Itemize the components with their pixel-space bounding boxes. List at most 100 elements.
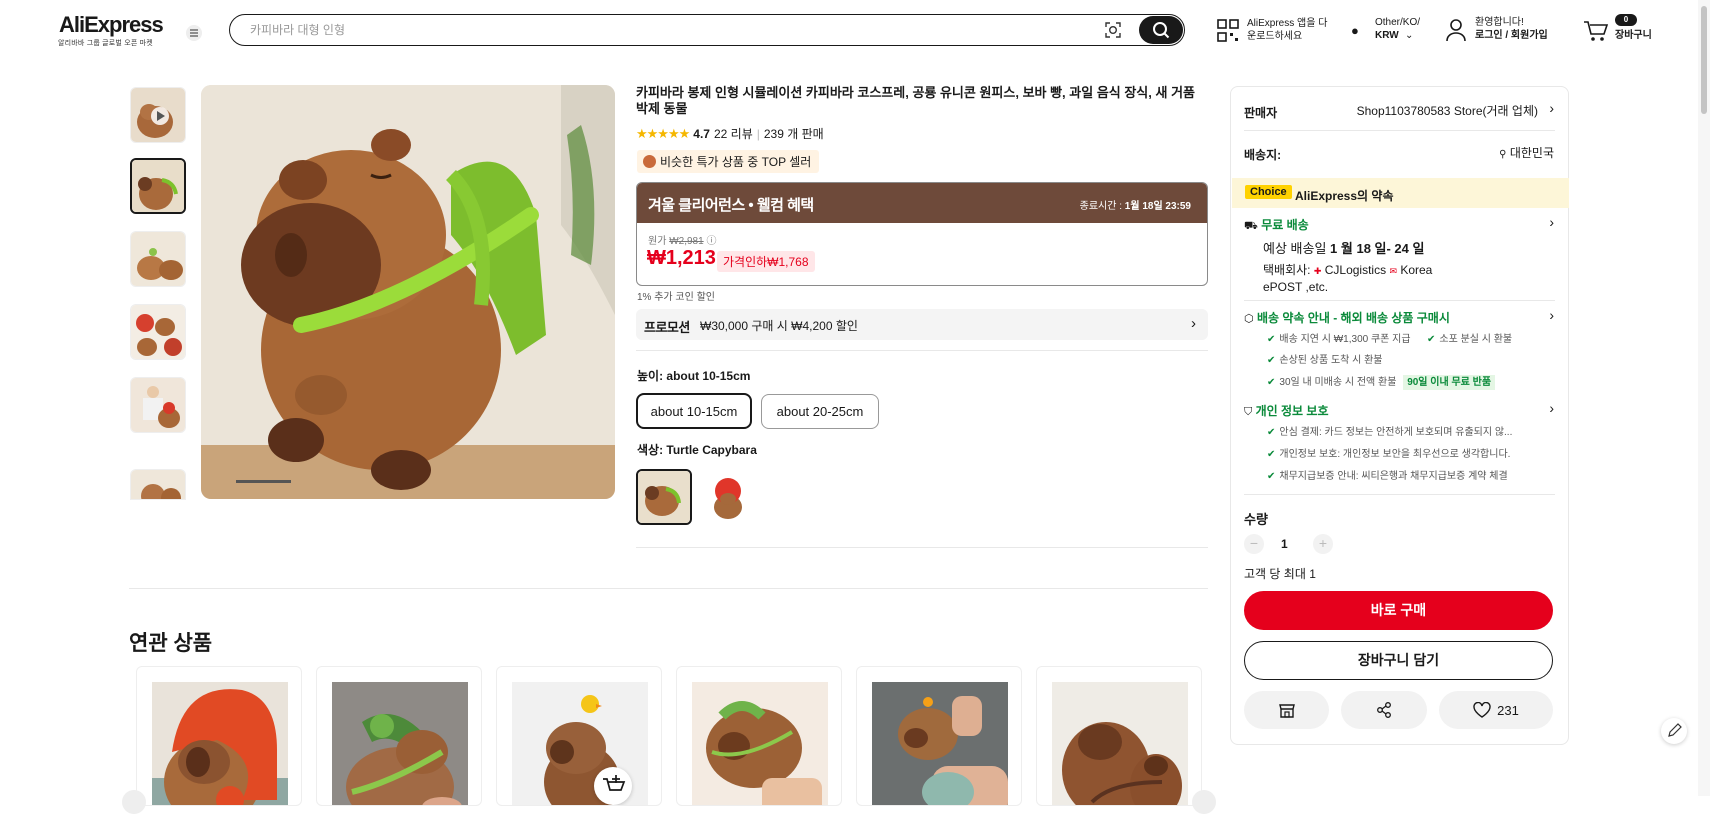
carousel-prev-button[interactable] (122, 790, 146, 814)
divider (1244, 300, 1555, 301)
free-shipping-row[interactable]: ⛟ 무료 배송 (1244, 216, 1309, 234)
quantity-limit: 고객 당 최대 1 (1244, 567, 1316, 581)
orig-price-value: ₩2,981 (669, 236, 704, 247)
search-input[interactable] (250, 20, 1050, 40)
free-shipping-label: 무료 배송 (1261, 218, 1309, 232)
related-product-card[interactable] (496, 666, 662, 806)
carrier-row: 택배회사: ✚ CJLogistics ✉ Korea (1263, 261, 1432, 278)
user-icon (1446, 19, 1466, 42)
promo-banner: 겨울 클리어런스 • 웰컴 혜택 종료시간 : 1월 18일 23:59 (637, 183, 1207, 223)
carrier-label: 택배회사: (1263, 263, 1311, 277)
add-to-cart-quick-button[interactable] (594, 767, 632, 805)
menu-icon[interactable] (186, 25, 202, 41)
free-return-badge: 90일 이내 무료 반품 (1403, 375, 1496, 390)
related-product-card[interactable] (676, 666, 842, 806)
feedback-button[interactable] (1661, 718, 1687, 744)
promise-item: ✔ 손상된 상품 도착 시 환불 (1267, 355, 1383, 366)
main-product-image[interactable] (201, 85, 615, 499)
carousel-next-button[interactable] (1192, 790, 1216, 814)
sold-count: 239 개 판매 (763, 127, 824, 141)
gallery-thumb-4[interactable] (130, 377, 186, 433)
cart-icon (1584, 21, 1609, 41)
gallery-thumb-3[interactable] (130, 304, 186, 360)
rating-stars-icon: ★★★★★ (636, 125, 690, 141)
gallery-thumb-2[interactable] (130, 231, 186, 287)
quantity-decrease-button[interactable]: − (1244, 534, 1264, 554)
login-signup-link[interactable]: 로그인 / 회원가입 (1475, 29, 1548, 42)
carrier-korea: Korea (1400, 263, 1433, 277)
eta-dates: 1 월 18 일- 24 일 (1330, 241, 1425, 256)
buy-now-button[interactable]: 바로 구매 (1244, 591, 1553, 630)
welcome-text: 환영합니다! (1475, 17, 1524, 28)
quantity-label: 수량 (1244, 512, 1268, 527)
divider (1244, 494, 1555, 495)
app-download-line2: 운로드하세요 (1247, 31, 1303, 42)
height-option-10-15[interactable]: about 10-15cm (636, 393, 752, 429)
sale-price: ₩1,213 (647, 247, 716, 269)
chevron-right-icon: › (1549, 400, 1554, 416)
promotion-row[interactable]: 프로모션 ₩30,000 구매 시 ₩4,200 할인 › (636, 309, 1208, 340)
korea-flag-icon: ● (1351, 23, 1359, 38)
shield-check-icon: ⛉ (1244, 406, 1253, 418)
end-time: 1월 18일 23:59 (1124, 201, 1191, 212)
privacy-item: ✔ 개인정보 보호: 개인정보 보안을 최우선으로 생각합니다. (1267, 449, 1511, 460)
cart-count-badge: 0 (1615, 14, 1637, 26)
store-button[interactable] (1244, 691, 1329, 729)
cj-logo-icon: ✚ (1313, 266, 1322, 276)
promise-item: ✔ 배송 지연 시 ₩1,300 쿠폰 지급 (1267, 334, 1411, 345)
gallery-thumb-5[interactable] (130, 469, 186, 500)
color-option-strawberry[interactable] (702, 471, 754, 523)
promo-title: 겨울 클리어런스 • 웰컴 혜택 (648, 197, 814, 214)
seller-name-link[interactable]: Shop1103780583 Store(거래 업체) (1357, 102, 1538, 119)
gallery-thumb-1[interactable] (130, 158, 186, 214)
related-products-title: 연관 상품 (129, 632, 213, 655)
related-product-card[interactable] (1036, 666, 1202, 806)
region-line1: Other/KO/ (1375, 17, 1421, 28)
logo-tagline: 알리바바 그룹 글로벌 오픈 마켓 (58, 40, 153, 47)
privacy-item: ✔ 채무지급보증 안내: 씨티은행과 채무지급보증 계약 체결 (1267, 471, 1508, 482)
eta-label: 예상 배송일 (1263, 241, 1327, 256)
gallery-thumb-video[interactable] (130, 87, 186, 143)
share-button[interactable] (1341, 691, 1427, 729)
discount-badge: 가격인하₩1,768 (717, 251, 815, 272)
height-label: 높이: about 10-15cm (637, 369, 751, 383)
delivery-promise-row[interactable]: ⬡ 배송 약속 안내 - 해외 배송 상품 구매시 (1244, 309, 1450, 326)
info-icon[interactable]: ⓘ (706, 236, 716, 247)
top-header: AliExpress 알리바바 그룹 글로벌 오픈 마켓 AliExpress … (0, 0, 1710, 60)
search-button[interactable] (1139, 16, 1183, 44)
promise-item: ✔ 30일 내 미배송 시 전액 환불 90일 이내 무료 반품 (1267, 373, 1496, 390)
search-bar (229, 14, 1185, 46)
privacy-item: ✔ 안심 결제: 카드 정보는 안전하게 보호되며 유출되지 않... (1267, 427, 1513, 438)
top-seller-text: 비슷한 특가 상품 중 TOP 셀러 (660, 155, 812, 169)
divider: | (756, 126, 760, 141)
carrier-cj: CJLogistics (1324, 263, 1387, 277)
promo-end: 종료시간 : 1월 18일 23:59 (1080, 197, 1191, 212)
chevron-down-icon: ⌄ (1405, 30, 1414, 41)
delivery-promise-title: 배송 약속 안내 - 해외 배송 상품 구매시 (1256, 311, 1450, 325)
divider (1244, 130, 1555, 131)
ship-to-selector[interactable]: ⚲ 대한민국 (1499, 144, 1554, 161)
wishlist-button[interactable]: 231 (1439, 691, 1553, 729)
height-option-20-25[interactable]: about 20-25cm (761, 394, 879, 429)
scrollbar[interactable] (1698, 0, 1710, 796)
truck-icon: ⛟ (1244, 220, 1258, 232)
review-count[interactable]: 22 리뷰 (714, 125, 753, 142)
privacy-row[interactable]: ⛉ 개인 정보 보호 (1244, 402, 1329, 419)
korea-post-logo-icon: ✉ (1389, 266, 1397, 276)
wishlist-count: 231 (1497, 702, 1519, 718)
color-option-turtle[interactable] (636, 469, 692, 525)
scrollbar-thumb[interactable] (1701, 6, 1707, 114)
image-search-icon[interactable] (1104, 21, 1122, 39)
related-product-card[interactable] (856, 666, 1022, 806)
top-seller-badge: 비슷한 특가 상품 중 TOP 셀러 (637, 150, 820, 173)
related-product-card[interactable] (316, 666, 482, 806)
add-to-cart-button[interactable]: 장바구니 담기 (1244, 641, 1553, 680)
product-title: 카피바라 봉제 인형 시뮬레이션 카피바라 코스프레, 공룡 유니콘 원피스, … (636, 85, 1195, 116)
orig-label: 원가 (648, 236, 667, 247)
quantity-increase-button[interactable]: + (1313, 534, 1333, 554)
related-product-card[interactable] (136, 666, 302, 806)
quantity-value[interactable]: 1 (1281, 537, 1288, 551)
cart-label: 장바구니 (1615, 30, 1652, 41)
rating-row: ★★★★★ 4.7 22 리뷰 | 239 개 판매 (636, 125, 824, 142)
aliexpress-logo[interactable]: AliExpress (59, 12, 164, 38)
